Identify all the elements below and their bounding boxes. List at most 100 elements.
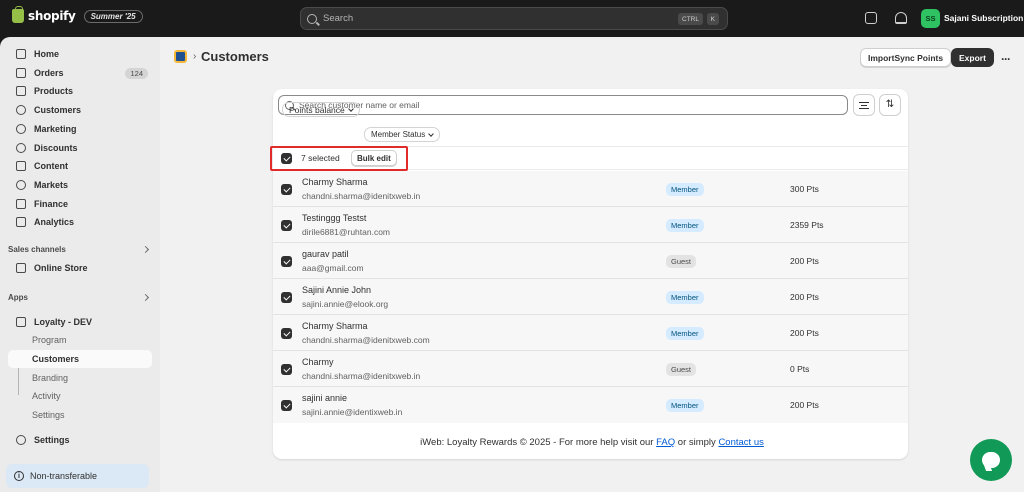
store-icon[interactable] xyxy=(865,12,877,24)
online-store-icon xyxy=(16,263,26,273)
table-row[interactable]: Sajini Annie John sajini.annie@elook.org… xyxy=(273,279,908,315)
tier-badge: Member xyxy=(666,219,704,232)
edition-badge: Summer '25 xyxy=(83,9,143,23)
sidebar-subitem-customers[interactable]: Customers xyxy=(8,350,152,368)
sidebar-item-loyalty-app[interactable]: Loyalty - DEV xyxy=(8,313,152,331)
footer-text-middle: or simply xyxy=(677,437,716,448)
tier-badge: Guest xyxy=(666,363,697,376)
table-row[interactable]: Testinggg Testst dirile6881@ruhtan.com M… xyxy=(273,207,908,243)
row-checkbox[interactable] xyxy=(281,364,292,375)
import-sync-points-button[interactable]: ImportSync Points xyxy=(860,48,952,67)
sales-channels-heading[interactable]: Sales channels xyxy=(8,245,66,254)
customer-name: Charmy Sharma xyxy=(302,321,368,331)
sidebar-item-orders[interactable]: Orders 124 xyxy=(8,64,152,82)
contact-us-link[interactable]: Contact us xyxy=(718,437,763,448)
points-balance: 0 Pts xyxy=(790,364,810,374)
sidebar-subitem-activity[interactable]: Activity xyxy=(8,387,152,405)
sidebar-item-home[interactable]: Home xyxy=(8,45,152,63)
finance-icon xyxy=(16,199,26,209)
sidebar-subitem-settings[interactable]: Settings xyxy=(8,406,152,424)
tier-badge: Member xyxy=(666,183,704,196)
top-bar: shopify Summer '25 Search CTRL K SS Saja… xyxy=(0,0,1024,37)
customer-name: Charmy Sharma xyxy=(302,177,368,187)
row-checkbox[interactable] xyxy=(281,400,292,411)
table-row[interactable]: Charmy Sharma chandni.sharma@idenitxweb.… xyxy=(273,171,908,207)
global-search-input[interactable]: Search CTRL K xyxy=(300,7,728,30)
shopify-logo[interactable]: shopify Summer '25 xyxy=(12,6,143,23)
points-balance: 300 Pts xyxy=(790,184,819,194)
filter-icon xyxy=(859,101,869,109)
customer-email: chandni.sharma@idenitxweb.in xyxy=(302,191,421,201)
tier-badge: Guest xyxy=(666,255,697,268)
row-checkbox[interactable] xyxy=(281,220,292,231)
loyalty-app-icon[interactable] xyxy=(174,50,187,63)
sidebar-subitem-program[interactable]: Program xyxy=(8,331,152,349)
row-checkbox[interactable] xyxy=(281,256,292,267)
row-checkbox[interactable] xyxy=(281,184,292,195)
table-row[interactable]: Charmy chandni.sharma@idenitxweb.in Gues… xyxy=(273,351,908,387)
customer-name: gaurav patil xyxy=(302,249,349,259)
chevron-right-icon[interactable] xyxy=(141,245,150,254)
sidebar-item-finance[interactable]: Finance xyxy=(8,195,152,213)
sort-button[interactable]: ⇅ xyxy=(879,94,901,116)
apps-heading[interactable]: Apps xyxy=(8,293,28,302)
non-transferable-notice[interactable]: i Non-transferable xyxy=(6,464,149,488)
shortcut-k-key: K xyxy=(706,13,719,25)
sidebar: Home Orders 124 Products Customers Market… xyxy=(0,37,160,492)
customer-email: chandni.sharma@idenitxweb.com xyxy=(302,335,430,345)
store-name[interactable]: Sajani Subscription xyxy=(944,13,1023,23)
tier-badge: Member xyxy=(666,399,704,412)
sort-icon: ⇅ xyxy=(885,99,895,110)
sidebar-item-content[interactable]: Content xyxy=(8,157,152,175)
footer: iWeb: Loyalty Rewards © 2025 - For more … xyxy=(160,437,1024,448)
chevron-right-icon[interactable] xyxy=(141,293,150,302)
sidebar-item-marketing[interactable]: Marketing xyxy=(8,120,152,138)
customer-email: chandni.sharma@idenitxweb.in xyxy=(302,371,421,381)
customer-search-input[interactable]: Search customer name or email xyxy=(278,95,848,115)
table-row[interactable]: gaurav patil aaa@gmail.com Guest 200 Pts xyxy=(273,243,908,279)
chat-button[interactable] xyxy=(970,439,1012,481)
table-row[interactable]: Charmy Sharma chandni.sharma@idenitxweb.… xyxy=(273,315,908,351)
filter-points-balance[interactable]: Points balance xyxy=(282,102,360,117)
sidebar-item-markets[interactable]: Markets xyxy=(8,176,152,194)
points-balance: 2359 Pts xyxy=(790,220,824,230)
bell-icon[interactable] xyxy=(895,12,907,24)
sidebar-item-products[interactable]: Products xyxy=(8,82,152,100)
search-icon xyxy=(307,13,317,24)
customers-icon xyxy=(16,105,26,115)
table-row[interactable]: sajini annie sajini.annie@identixweb.in … xyxy=(273,387,908,423)
customer-name: sajini annie xyxy=(302,393,348,403)
brand-name: shopify xyxy=(28,9,76,23)
products-icon xyxy=(16,86,26,96)
customers-card: Search customer name or email ⇅ Points b… xyxy=(273,89,908,459)
points-balance: 200 Pts xyxy=(790,328,819,338)
faq-link[interactable]: FAQ xyxy=(656,437,675,448)
customer-name: Testinggg Testst xyxy=(302,213,367,223)
search-placeholder: Search xyxy=(323,13,354,24)
orders-count-badge: 124 xyxy=(125,67,148,79)
filter-member-status[interactable]: Member Status xyxy=(364,127,441,142)
sidebar-item-online-store[interactable]: Online Store xyxy=(8,259,152,277)
row-checkbox[interactable] xyxy=(281,292,292,303)
chevron-down-icon xyxy=(428,130,435,137)
chat-icon xyxy=(982,452,1000,468)
avatar[interactable]: SS xyxy=(921,9,940,28)
sidebar-item-analytics[interactable]: Analytics xyxy=(8,213,152,231)
points-balance: 200 Pts xyxy=(790,292,819,302)
shopify-bag-icon xyxy=(12,6,24,23)
footer-text: iWeb: Loyalty Rewards © 2025 - For more … xyxy=(420,437,654,448)
sidebar-item-customers[interactable]: Customers xyxy=(8,101,152,119)
info-icon: i xyxy=(14,471,24,481)
main-content: › Customers ImportSync Points Export ···… xyxy=(160,37,1024,492)
filter-button[interactable] xyxy=(853,94,875,116)
sidebar-subitem-branding[interactable]: Branding xyxy=(8,369,152,387)
sidebar-item-discounts[interactable]: Discounts xyxy=(8,139,152,157)
markets-icon xyxy=(16,180,26,190)
export-button[interactable]: Export xyxy=(951,48,994,67)
sidebar-item-settings[interactable]: Settings xyxy=(8,431,152,449)
page-title: Customers xyxy=(201,49,269,64)
row-checkbox[interactable] xyxy=(281,328,292,339)
loyalty-app-icon xyxy=(16,317,26,327)
customer-name: Charmy xyxy=(302,357,334,367)
more-actions-icon[interactable]: ··· xyxy=(1001,52,1011,66)
